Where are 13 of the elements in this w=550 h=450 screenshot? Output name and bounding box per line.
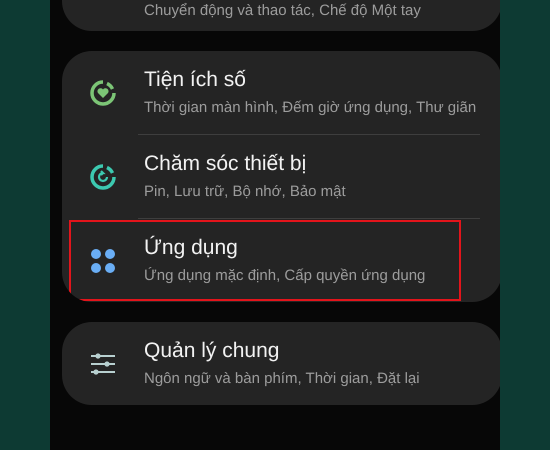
item-title: Quản lý chung — [144, 338, 280, 364]
item-title: Tiện ích số — [144, 67, 247, 93]
item-title: Ứng dụng — [144, 235, 239, 261]
refresh-ring-icon — [89, 162, 117, 190]
heart-ring-icon — [89, 78, 117, 106]
item-subtitle: Ứng dụng mặc định, Cấp quyền ứng dụng — [144, 266, 426, 286]
item-subtitle: Pin, Lưu trữ, Bộ nhớ, Bảo mật — [144, 182, 347, 202]
item-subtitle: Ngôn ngữ và bàn phím, Thời gian, Đặt lại — [144, 369, 421, 389]
item-subtitle: Thời gian màn hình, Đếm giờ ứng dụng, Thư giãn — [144, 98, 478, 118]
sliders-icon — [90, 352, 116, 374]
item-title: Chăm sóc thiết bị — [144, 151, 308, 177]
four-dots-icon — [90, 248, 116, 274]
item-subtitle: Chuyển động và thao tác, Chế độ Một tay — [144, 1, 422, 21]
